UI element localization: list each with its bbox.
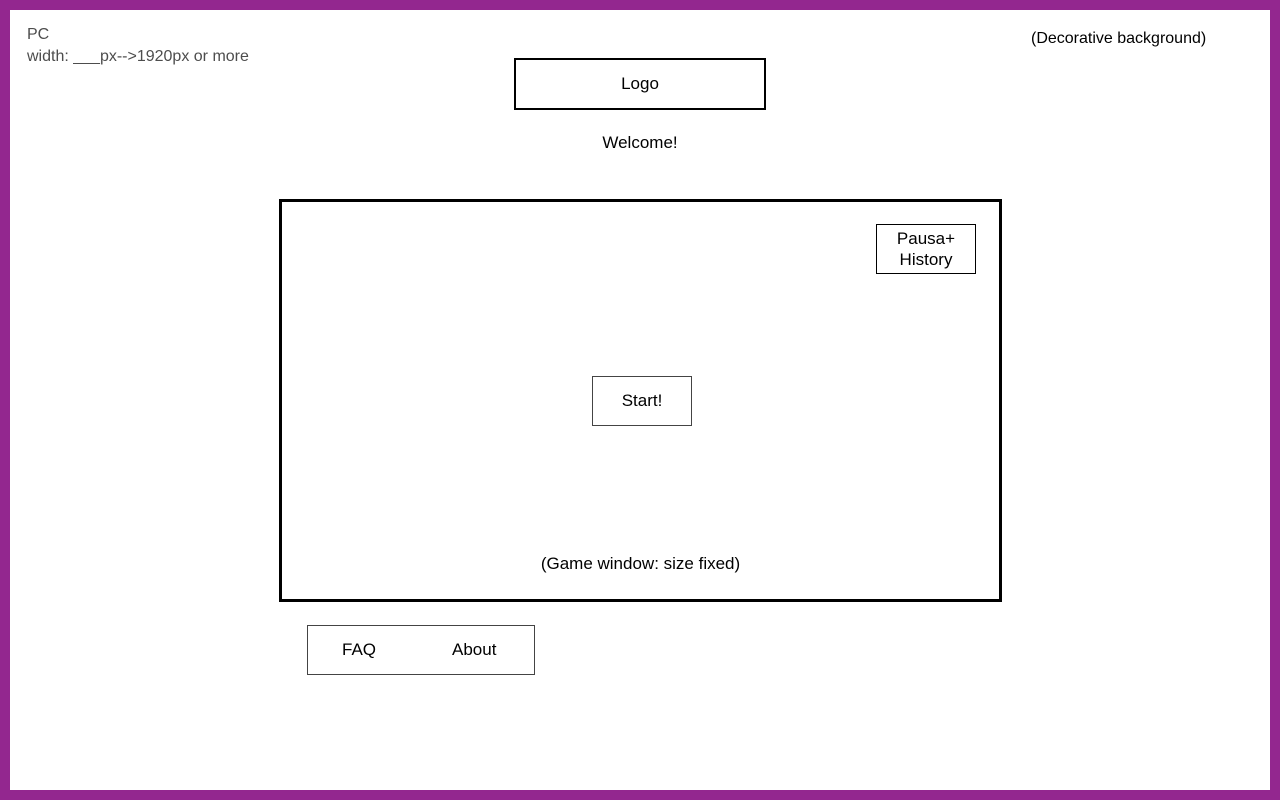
pause-history-button[interactable]: Pausa+ History — [876, 224, 976, 274]
width-note: width: ___px-->1920px or more — [27, 48, 249, 65]
logo[interactable]: Logo — [514, 58, 766, 110]
game-window[interactable]: Pausa+ History Start! (Game window: size… — [279, 199, 1002, 602]
logo-label: Logo — [621, 74, 659, 93]
platform-label: PC — [27, 26, 50, 43]
page-canvas: PC width: ___px-->1920px or more (Decora… — [10, 10, 1270, 790]
history-label: History — [899, 250, 953, 269]
game-window-caption: (Game window: size fixed) — [540, 554, 741, 573]
pause-label: Pausa+ — [896, 229, 956, 248]
footer-nav: FAQ About — [307, 625, 535, 675]
about-link[interactable]: About — [452, 640, 496, 660]
background-label: (Decorative background) — [1031, 30, 1207, 47]
start-button[interactable]: Start! — [592, 376, 692, 426]
platform-note: PC width: ___px-->1920px or more — [27, 24, 249, 68]
welcome-text: Welcome! — [602, 133, 678, 152]
start-label: Start! — [621, 391, 663, 410]
faq-link[interactable]: FAQ — [342, 640, 376, 660]
